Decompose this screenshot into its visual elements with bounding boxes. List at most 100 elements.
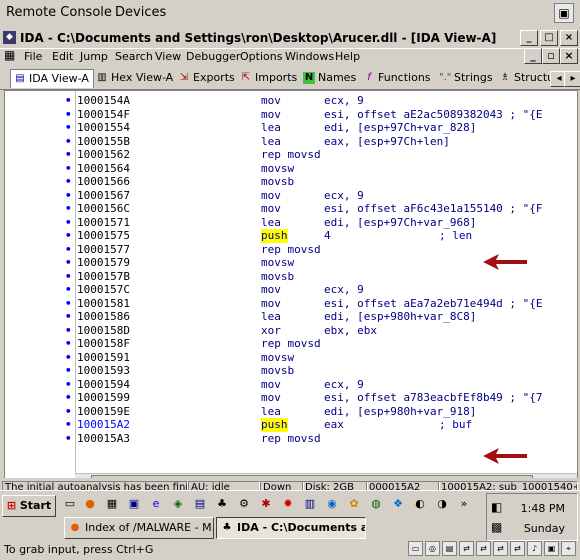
volume-tray-icon[interactable]: ▩	[491, 520, 502, 534]
windows-taskbar: ⊞ Start ▭ ● ▦ ▣ e ◈ ▤ ♣ ⚙ ✱ ✸ ▥ ◉ ✿ ◍ ❖ …	[0, 490, 580, 541]
tabs-scroll-right-button[interactable]: ▸	[564, 71, 580, 87]
child-close-button[interactable]: ×	[560, 48, 578, 64]
desktop-icon[interactable]: ▭	[62, 496, 78, 512]
tab-hex-view[interactable]: ▥ Hex View-A	[93, 69, 177, 87]
tab-exports[interactable]: ⇲ Exports	[175, 69, 239, 87]
code-row[interactable]: • 1000158F rep movsd	[5, 337, 565, 351]
row-bullet-icon: •	[65, 229, 72, 242]
menu-edit[interactable]: Edit	[52, 50, 73, 63]
menu-remote-console[interactable]: Remote Console	[6, 5, 112, 20]
ie-icon[interactable]: e	[148, 496, 164, 512]
tab-names[interactable]: N Names	[300, 69, 360, 87]
code-row[interactable]: • 1000156C mov esi, offset aF6c43e1a155140 …	[5, 202, 565, 216]
code-mnemonic: mov	[261, 202, 281, 215]
code-row[interactable]: • 10001581 mov esi, offset aEa7a2eb71e494d …	[5, 297, 565, 311]
hdd-icon[interactable]: ▭	[408, 541, 423, 556]
tool-icon-9[interactable]: ◍	[368, 496, 384, 512]
menu-help[interactable]: Help	[335, 50, 360, 63]
code-row[interactable]: • 10001571 lea edi, [esp+97Ch+var_968]	[5, 216, 565, 230]
code-row[interactable]: • 10001567 mov ecx, 9	[5, 189, 565, 203]
menu-search[interactable]: Search	[115, 50, 153, 63]
row-bullet-icon: •	[65, 215, 72, 229]
task-firefox-malware[interactable]: ● Index of /MALWARE - M...	[64, 517, 214, 539]
code-row[interactable]: • 10001566 movsb	[5, 175, 565, 189]
floppy-icon[interactable]: ▤	[442, 541, 457, 556]
usb-icon-4[interactable]: ⇄	[510, 541, 525, 556]
menu-jump[interactable]: Jump	[80, 50, 108, 63]
maximize-button[interactable]: □	[540, 30, 558, 46]
ida-quicklaunch-icon[interactable]: ♣	[214, 496, 230, 512]
tool-icon-5[interactable]: ✸	[280, 496, 296, 512]
child-restore-button[interactable]: ▫	[542, 48, 560, 64]
terminal-icon[interactable]: ▣	[126, 496, 142, 512]
tab-structures[interactable]: ♗ Structu	[496, 69, 558, 87]
usb-icon-2[interactable]: ⇄	[476, 541, 491, 556]
tab-imports[interactable]: ⇱ Imports	[237, 69, 301, 87]
menu-devices[interactable]: Devices	[115, 5, 166, 20]
code-row[interactable]: • 1000154A mov ecx, 9	[5, 94, 565, 108]
code-row[interactable]: • 1000154F mov esi, offset aE2ac5089382043 …	[5, 108, 565, 122]
tool-icon-3[interactable]: ⚙	[236, 496, 252, 512]
code-row[interactable]: • 10001564 movsw	[5, 162, 565, 176]
task-ida[interactable]: ♣IDA - C:\Documents a...	[216, 517, 366, 539]
doc-icon[interactable]: ▦	[4, 48, 18, 64]
row-bullet-icon: •	[65, 175, 72, 188]
code-row[interactable]: • 10001591 movsw	[5, 351, 565, 365]
code-row[interactable]: • 10001599 mov esi, offset a783eacbfEf8b49 …	[5, 391, 565, 405]
code-address: 1000155B	[77, 134, 130, 148]
tool-icon-11[interactable]: ◐	[412, 496, 428, 512]
code-row[interactable]: • 10001575 push 4 ; len	[5, 229, 565, 243]
code-row[interactable]: • 1000159E lea edi, [esp+980h+var_918]	[5, 405, 565, 419]
code-mnemonic: lea	[261, 134, 281, 148]
code-row[interactable]: • 10001594 mov ecx, 9	[5, 378, 565, 392]
usb-icon-1[interactable]: ⇄	[459, 541, 474, 556]
code-mnemonic: lea	[261, 404, 281, 418]
clock-day: Sunday	[523, 522, 565, 535]
network-tray-icon[interactable]: ◧	[491, 500, 502, 514]
regedit-icon[interactable]: ▦	[104, 496, 120, 512]
code-row[interactable]: • 10001586 lea edi, [esp+980h+var_8C8]	[5, 310, 565, 324]
imports-icon: ⇱	[241, 72, 251, 83]
code-row[interactable]: • 10001554 lea edi, [esp+97Ch+var_828]	[5, 121, 565, 135]
tool-icon-4[interactable]: ✱	[258, 496, 274, 512]
clock-time: 1:48 PM	[520, 502, 565, 515]
firefox-icon[interactable]: ●	[82, 496, 98, 512]
menu-file[interactable]: File	[24, 50, 42, 63]
menu-options[interactable]: Options	[240, 50, 282, 63]
menu-debugger[interactable]: Debugger	[186, 50, 240, 63]
child-minimize-button[interactable]: _	[524, 48, 542, 64]
menu-windows[interactable]: Windows	[285, 50, 334, 63]
disassembly-view[interactable]: • 1000154A mov ecx, 9 • 1000154F mov esi, offse…	[4, 90, 578, 488]
menu-view[interactable]: View	[155, 50, 181, 63]
quicklaunch-expand-icon[interactable]: »	[456, 496, 472, 512]
code-row[interactable]: • 100015A3 rep movsd	[5, 432, 565, 446]
tool-icon-7[interactable]: ◉	[324, 496, 340, 512]
code-row[interactable]: • 100015A2 push eax ; buf	[5, 418, 565, 432]
tool-icon-8[interactable]: ✿	[346, 496, 362, 512]
tool-icon-2[interactable]: ▤	[192, 496, 208, 512]
mouse-icon[interactable]: ⌖	[561, 541, 576, 556]
code-row[interactable]: • 10001593 movsb	[5, 364, 565, 378]
tab-ida-view[interactable]: ▤ IDA View-A	[10, 69, 94, 88]
code-row[interactable]: • 10001562 rep movsd	[5, 148, 565, 162]
start-button[interactable]: ⊞ Start	[2, 495, 56, 517]
usb-icon-3[interactable]: ⇄	[493, 541, 508, 556]
audio-icon[interactable]: ♪	[527, 541, 542, 556]
tab-functions[interactable]: f Functions	[360, 69, 435, 87]
names-icon: N	[303, 72, 315, 84]
monitor-icon[interactable]: ▣	[554, 3, 574, 23]
tool-icon-10[interactable]: ❖	[390, 496, 406, 512]
tool-icon-12[interactable]: ◑	[434, 496, 450, 512]
code-row[interactable]: • 1000155B lea eax, [esp+97Ch+len]	[5, 135, 565, 149]
code-mnemonic: rep movsd	[261, 242, 321, 256]
tool-icon-6[interactable]: ▥	[302, 496, 318, 512]
code-row[interactable]: • 1000158D xor ebx, ebx	[5, 324, 565, 338]
code-row[interactable]: • 1000157C mov ecx, 9	[5, 283, 565, 297]
tool-icon-1[interactable]: ◈	[170, 496, 186, 512]
tab-strings[interactable]: "." Strings	[436, 69, 497, 87]
close-button[interactable]: ×	[560, 30, 578, 46]
cd-icon[interactable]: ◎	[425, 541, 440, 556]
minimize-button[interactable]: _	[520, 30, 538, 46]
code-row[interactable]: • 1000157B movsb	[5, 270, 565, 284]
display-icon[interactable]: ▣	[544, 541, 559, 556]
